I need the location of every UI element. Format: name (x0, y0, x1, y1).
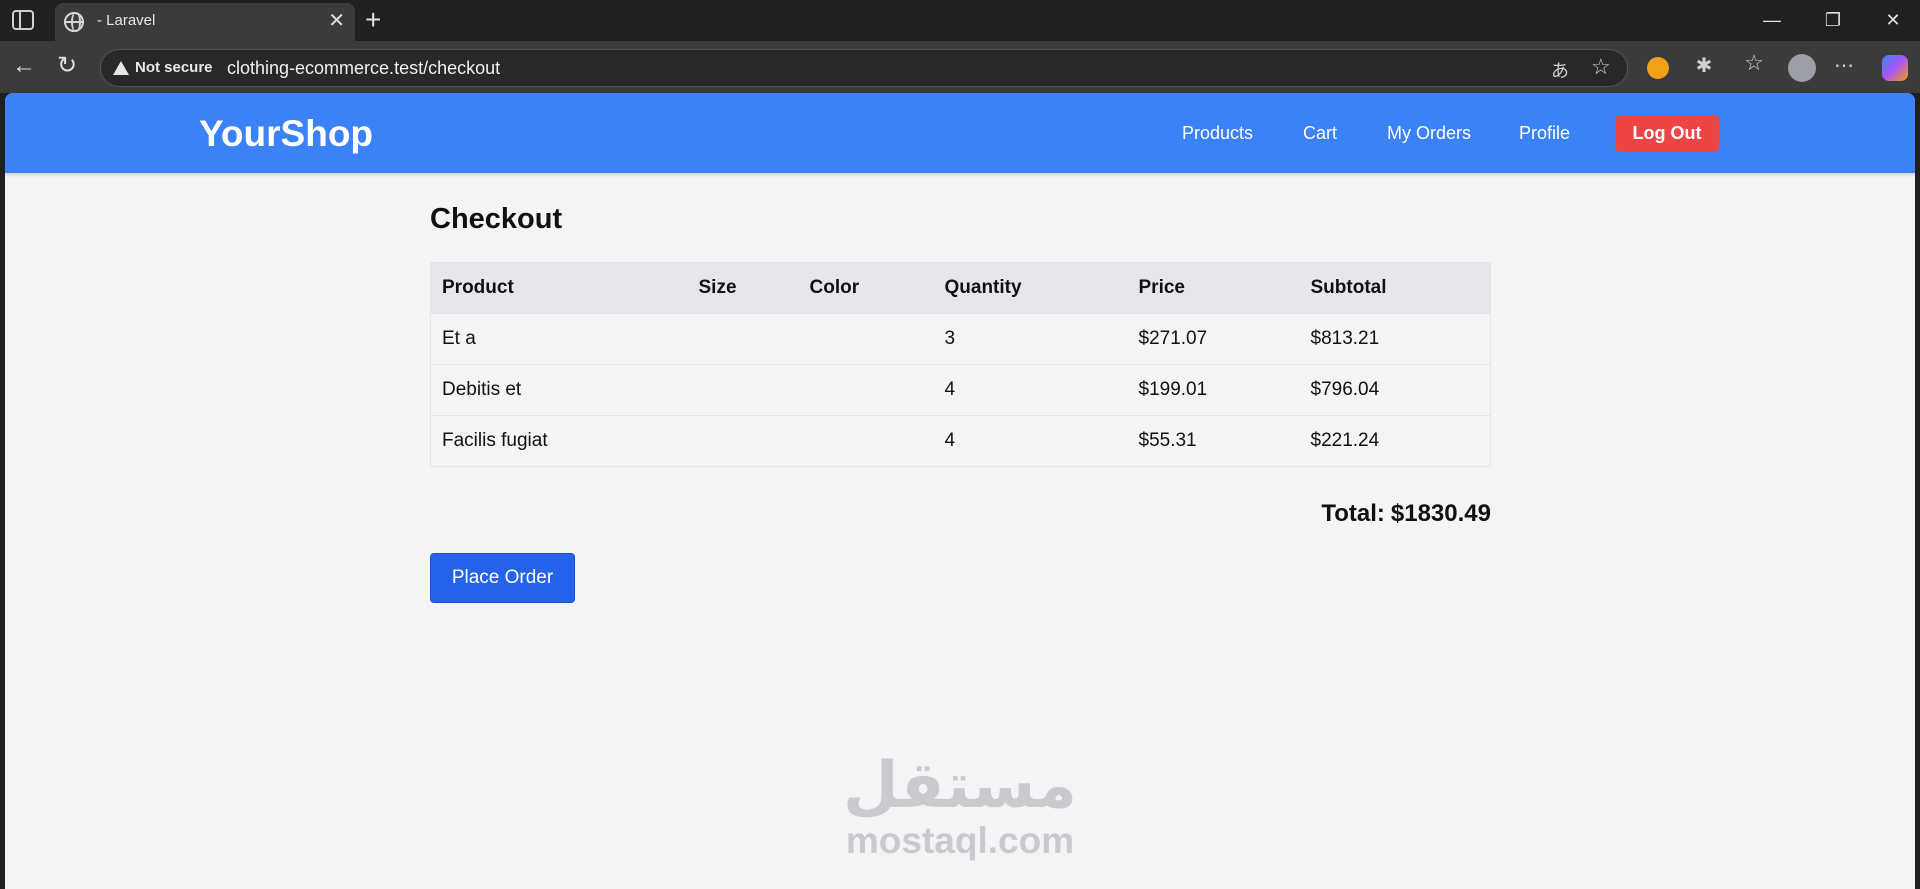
cell-product: Debitis et (430, 364, 688, 416)
cell-color (798, 364, 934, 416)
cell-subtotal: $813.21 (1299, 313, 1491, 365)
cell-quantity: 4 (933, 364, 1128, 416)
order-total: Total: $1830.49 (1321, 500, 1491, 528)
cell-quantity: 3 (933, 313, 1128, 365)
site-header: YourShop Products Cart My Orders Profile… (5, 93, 1915, 173)
reload-icon[interactable]: ↻ (57, 51, 77, 81)
more-options-icon[interactable]: ⋯ (1830, 53, 1858, 78)
nav-cart[interactable]: Cart (1303, 123, 1337, 144)
cell-quantity: 4 (933, 415, 1128, 467)
place-order-button[interactable]: Place Order (430, 553, 575, 603)
restore-icon[interactable]: ❐ (1813, 6, 1853, 34)
total-value: $1830.49 (1390, 500, 1491, 527)
column-header-color: Color (798, 262, 934, 314)
back-arrow-icon[interactable]: ← (12, 51, 36, 81)
extension-badge-icon[interactable] (1647, 57, 1669, 79)
new-tab-button[interactable]: + (365, 4, 381, 36)
browser-tab[interactable]: - Laravel ✕ (55, 3, 355, 41)
cell-price: $199.01 (1127, 364, 1300, 416)
sidebar-toggle-icon[interactable] (12, 10, 34, 30)
profile-avatar-icon[interactable] (1788, 54, 1816, 82)
table-row: Facilis fugiat 4 $55.31 $221.24 (430, 415, 1491, 467)
watermark-arabic: مستقل (842, 749, 1078, 823)
tab-title: - Laravel (97, 12, 156, 29)
cell-color (798, 415, 934, 467)
column-header-quantity: Quantity (933, 262, 1128, 314)
total-label: Total: (1321, 500, 1385, 527)
favorite-star-icon[interactable]: ☆ (1591, 54, 1611, 80)
extensions-puzzle-icon[interactable]: ✱ (1690, 53, 1718, 78)
browser-tab-bar: - Laravel ✕ + — ❐ ✕ (0, 0, 1920, 41)
minimize-icon[interactable]: — (1752, 6, 1792, 34)
cell-price: $55.31 (1127, 415, 1300, 467)
cell-size (687, 313, 799, 365)
column-header-subtotal: Subtotal (1299, 262, 1491, 314)
column-header-size: Size (687, 262, 799, 314)
security-label[interactable]: Not secure (135, 59, 213, 76)
nav-my-orders[interactable]: My Orders (1387, 123, 1471, 144)
cell-price: $271.07 (1127, 313, 1300, 365)
brand-logo[interactable]: YourShop (199, 113, 373, 155)
tab-close-icon[interactable]: ✕ (328, 9, 345, 33)
watermark-latin: mostaql.com (845, 820, 1075, 861)
logout-button[interactable]: Log Out (1615, 115, 1719, 152)
address-bar[interactable]: Not secure clothing-ecommerce.test/check… (100, 49, 1628, 87)
table-row: Et a 3 $271.07 $813.21 (430, 313, 1491, 365)
cell-size (687, 415, 799, 467)
nav-profile[interactable]: Profile (1519, 123, 1570, 144)
cell-subtotal: $221.24 (1299, 415, 1491, 467)
window-close-icon[interactable]: ✕ (1873, 6, 1913, 34)
table-header-row: Product Size Color Quantity Price Subtot… (430, 262, 1491, 314)
translate-icon[interactable]: あ (1551, 57, 1569, 83)
warning-icon (113, 61, 129, 75)
cell-product: Et a (430, 313, 688, 365)
nav-products[interactable]: Products (1182, 123, 1253, 144)
url-text[interactable]: clothing-ecommerce.test/checkout (227, 58, 500, 79)
column-header-price: Price (1127, 262, 1300, 314)
watermark-logo: مستقل mostaql.com (842, 751, 1078, 861)
cell-product: Facilis fugiat (430, 415, 688, 467)
cell-size (687, 364, 799, 416)
table-row: Debitis et 4 $199.01 $796.04 (430, 364, 1491, 416)
browser-toolbar: ← ↻ Not secure clothing-ecommerce.test/c… (0, 41, 1920, 93)
cell-subtotal: $796.04 (1299, 364, 1491, 416)
page-viewport: YourShop Products Cart My Orders Profile… (5, 93, 1915, 889)
favorites-icon[interactable]: ☆ (1740, 50, 1768, 76)
page-title: Checkout (430, 203, 563, 235)
cell-color (798, 313, 934, 365)
checkout-table: Product Size Color Quantity Price Subtot… (430, 262, 1491, 467)
copilot-icon[interactable] (1882, 55, 1908, 81)
column-header-product: Product (430, 262, 688, 314)
globe-icon (64, 12, 84, 32)
